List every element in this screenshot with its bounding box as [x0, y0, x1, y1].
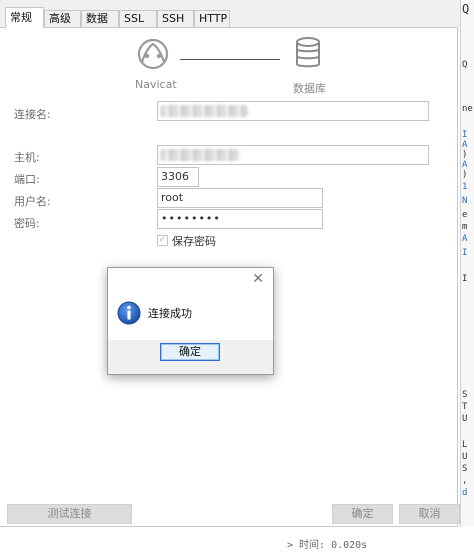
background-line: )	[462, 150, 468, 160]
host-input[interactable]	[157, 145, 429, 165]
background-line: e	[462, 210, 468, 220]
navicat-logo-icon	[136, 36, 170, 70]
dialog-ok-button[interactable]: 确定	[160, 343, 220, 361]
background-line: A	[462, 140, 468, 150]
dialog-message: 连接成功	[148, 307, 192, 320]
ok-button[interactable]: 确定	[332, 504, 393, 524]
background-line: m	[462, 222, 468, 232]
save-password-checkbox[interactable]: ✓	[157, 235, 168, 246]
background-line: Q	[462, 2, 470, 16]
port-input[interactable]: 3306	[157, 167, 199, 187]
tab-ssl[interactable]: SSL	[119, 10, 157, 27]
dialog-body: ✕ 连接成功	[108, 268, 273, 340]
background-line: U	[462, 414, 468, 424]
redacted-value	[160, 105, 248, 117]
background-output	[0, 527, 474, 553]
navicat-label: Navicat	[135, 78, 177, 91]
close-icon[interactable]: ✕	[252, 271, 264, 287]
database-label: 数据库	[293, 82, 326, 95]
background-line: A	[462, 160, 468, 170]
background-line: )	[462, 170, 468, 180]
background-line: I	[462, 274, 468, 284]
cancel-button[interactable]: 取消	[399, 504, 460, 524]
background-line: ,	[462, 476, 468, 486]
username-input[interactable]: root	[157, 188, 323, 208]
info-icon	[117, 301, 141, 325]
background-line: N	[462, 196, 468, 206]
background-line: A	[462, 234, 468, 244]
background-line: L	[462, 440, 468, 450]
test-connection-button[interactable]: 测试连接	[7, 504, 132, 524]
background-line: d	[462, 488, 468, 498]
background-line: 1	[462, 182, 468, 192]
tab-ssh[interactable]: SSH	[157, 10, 194, 27]
save-password-label[interactable]: 保存密码	[172, 233, 216, 249]
background-line: T	[462, 402, 468, 412]
background-line: S	[462, 390, 468, 400]
tab-advanced[interactable]: 高级	[44, 10, 81, 27]
port-label: 端口:	[14, 173, 40, 186]
redacted-value	[160, 149, 240, 161]
password-input[interactable]: ••••••••	[157, 209, 323, 229]
background-line: ne	[462, 104, 473, 114]
background-line: U	[462, 452, 468, 462]
background-output-text: > 时间: 0.020s	[287, 540, 368, 551]
database-icon	[294, 36, 322, 70]
password-label: 密码:	[14, 217, 40, 230]
connection-success-dialog: ✕ 连接成功 确定	[107, 267, 274, 375]
connection-name-input[interactable]	[157, 101, 429, 121]
username-label: 用户名:	[14, 195, 51, 208]
tab-databases[interactable]: 数据库	[81, 10, 119, 41]
connection-name-label: 连接名:	[14, 108, 51, 121]
tab-http[interactable]: HTTP	[194, 10, 230, 27]
connection-line	[180, 59, 280, 60]
tab-strip: 常规 高级 数据库 SSL SSH HTTP	[0, 0, 460, 41]
host-label: 主机:	[14, 151, 40, 164]
background-line: I	[462, 130, 468, 140]
tab-general[interactable]: 常规	[5, 7, 44, 28]
background-line: S	[462, 464, 468, 474]
background-line: Q	[462, 60, 468, 70]
background-line: I	[462, 248, 468, 258]
